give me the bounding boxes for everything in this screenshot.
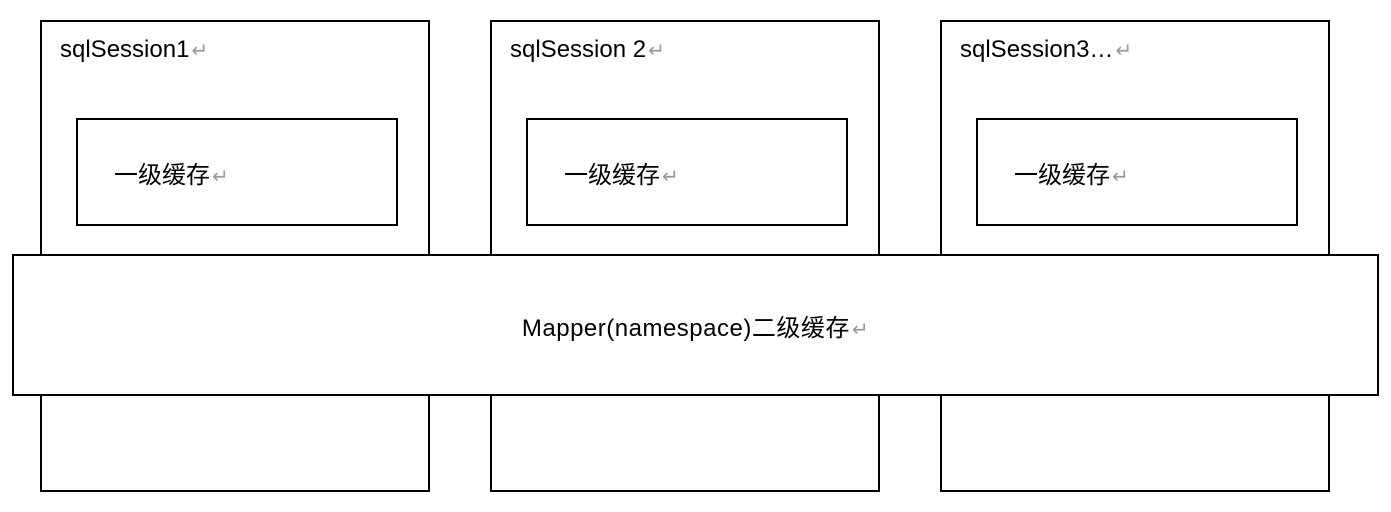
return-mark-icon: ↵ <box>852 319 869 341</box>
l2-cache-box: Mapper(namespace)二级缓存↵ <box>12 254 1379 396</box>
return-mark-icon: ↵ <box>1115 40 1132 62</box>
session-label-1-text: sqlSession1 <box>60 36 189 63</box>
session-label-2-text: sqlSession 2 <box>510 36 646 63</box>
l1-cache-box-1: 一级缓存↵ <box>76 118 398 226</box>
l1-cache-label-1: 一级缓存↵ <box>114 155 229 190</box>
l2-cache-label-text: Mapper(namespace)二级缓存 <box>522 315 850 342</box>
session-label-3-text: sqlSession3… <box>960 36 1113 63</box>
l1-cache-label-3-text: 一级缓存 <box>1014 162 1110 189</box>
return-mark-icon: ↵ <box>648 40 665 62</box>
session-label-2: sqlSession 2↵ <box>510 36 665 64</box>
l1-cache-label-2: 一级缓存↵ <box>564 155 679 190</box>
l2-cache-label: Mapper(namespace)二级缓存↵ <box>522 308 869 343</box>
session-label-1: sqlSession1↵ <box>60 36 208 64</box>
session-label-3: sqlSession3…↵ <box>960 36 1132 64</box>
l1-cache-label-2-text: 一级缓存 <box>564 162 660 189</box>
l1-cache-label-3: 一级缓存↵ <box>1014 155 1129 190</box>
return-mark-icon: ↵ <box>662 166 679 188</box>
return-mark-icon: ↵ <box>212 166 229 188</box>
l1-cache-box-2: 一级缓存↵ <box>526 118 848 226</box>
return-mark-icon: ↵ <box>191 40 208 62</box>
l1-cache-box-3: 一级缓存↵ <box>976 118 1298 226</box>
return-mark-icon: ↵ <box>1112 166 1129 188</box>
l1-cache-label-1-text: 一级缓存 <box>114 162 210 189</box>
